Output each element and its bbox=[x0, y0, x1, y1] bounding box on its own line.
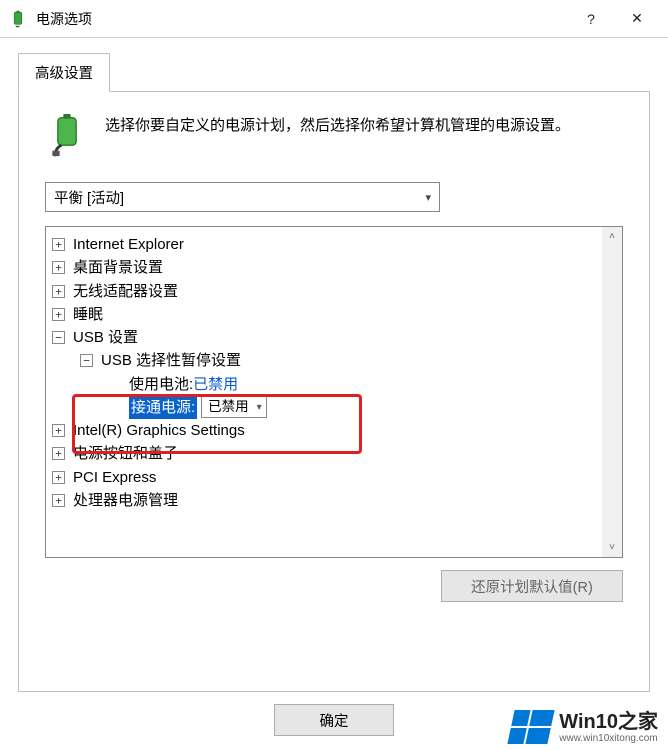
window-title: 电源选项 bbox=[36, 9, 568, 29]
expand-icon[interactable]: + bbox=[52, 424, 65, 437]
close-button[interactable]: ✕ bbox=[614, 1, 660, 37]
expand-icon[interactable]: + bbox=[52, 471, 65, 484]
expand-icon[interactable]: + bbox=[52, 494, 65, 507]
tree-value[interactable]: 已禁用 bbox=[193, 373, 238, 396]
settings-tree: +Internet Explorer+桌面背景设置+无线适配器设置+睡眠−USB… bbox=[45, 226, 623, 558]
battery-plug-icon bbox=[45, 114, 89, 158]
watermark-sub: www.win10xitong.com bbox=[559, 733, 658, 744]
tree-row[interactable]: + 电源按钮和盖子 bbox=[52, 442, 622, 465]
windows-logo-icon bbox=[508, 710, 555, 744]
tree-label: 电源按钮和盖子 bbox=[73, 442, 178, 465]
tree-row[interactable]: 使用电池: 已禁用 bbox=[108, 373, 622, 396]
tree-label: Internet Explorer bbox=[73, 233, 184, 256]
power-options-icon bbox=[8, 9, 28, 29]
tree-row[interactable]: + 处理器电源管理 bbox=[52, 489, 622, 512]
scroll-up-icon: ˄ bbox=[609, 231, 615, 242]
title-bar: 电源选项 ? ✕ bbox=[0, 0, 668, 38]
tree-label: 睡眠 bbox=[73, 303, 103, 326]
restore-defaults-button[interactable]: 还原计划默认值(R) bbox=[441, 570, 623, 602]
ok-button[interactable]: 确定 bbox=[274, 704, 394, 736]
tree-row[interactable]: + 桌面背景设置 bbox=[52, 256, 622, 279]
panel-header: 选择你要自定义的电源计划，然后选择你希望计算机管理的电源设置。 bbox=[45, 114, 623, 158]
watermark-main: Win10之家 bbox=[559, 711, 658, 733]
expand-icon[interactable]: + bbox=[52, 447, 65, 460]
expand-icon[interactable]: + bbox=[52, 238, 65, 251]
watermark: Win10之家 www.win10xitong.com bbox=[511, 710, 658, 744]
help-button[interactable]: ? bbox=[568, 1, 614, 37]
chevron-down-icon: ▾ bbox=[257, 400, 262, 416]
tree-row[interactable]: 接通电源: 已禁用 ▾ bbox=[108, 396, 622, 419]
tab-strip: 高级设置 bbox=[18, 52, 650, 92]
tree-row[interactable]: + Internet Explorer bbox=[52, 233, 622, 256]
tree-row[interactable]: −USB 设置 bbox=[52, 326, 622, 349]
tree-label: Intel(R) Graphics Settings bbox=[73, 419, 245, 442]
scrollbar[interactable]: ˄ ˅ bbox=[602, 227, 622, 557]
client-area: 高级设置 选择你要自定义的电源计划，然后选择你希望计算机管理的电源设置。 平衡 … bbox=[0, 38, 668, 692]
power-plan-select[interactable]: 平衡 [活动] ▾ bbox=[45, 182, 440, 212]
panel-description: 选择你要自定义的电源计划，然后选择你希望计算机管理的电源设置。 bbox=[105, 114, 570, 158]
expand-icon[interactable]: + bbox=[52, 308, 65, 321]
collapse-icon[interactable]: − bbox=[80, 354, 93, 367]
select-value: 已禁用 bbox=[208, 397, 249, 418]
tree-row[interactable]: + 无线适配器设置 bbox=[52, 280, 622, 303]
tree-row[interactable]: −USB 选择性暂停设置 bbox=[80, 349, 622, 372]
power-plan-selected: 平衡 [活动] bbox=[54, 187, 124, 208]
chevron-down-icon: ▾ bbox=[425, 191, 431, 204]
tab-advanced-settings[interactable]: 高级设置 bbox=[18, 53, 110, 92]
tree-value-select[interactable]: 已禁用 ▾ bbox=[201, 396, 267, 418]
expand-icon[interactable]: + bbox=[52, 261, 65, 274]
scroll-down-icon: ˅ bbox=[609, 542, 615, 553]
tree-row[interactable]: + PCI Express bbox=[52, 466, 622, 489]
watermark-text: Win10之家 www.win10xitong.com bbox=[559, 711, 658, 744]
tree-row[interactable]: + 睡眠 bbox=[52, 303, 622, 326]
tree-row[interactable]: + Intel(R) Graphics Settings bbox=[52, 419, 622, 442]
tree-label: 无线适配器设置 bbox=[73, 280, 178, 303]
tree-label: 使用电池: bbox=[129, 373, 193, 396]
tree-label: USB 选择性暂停设置 bbox=[101, 349, 241, 372]
tab-panel: 选择你要自定义的电源计划，然后选择你希望计算机管理的电源设置。 平衡 [活动] … bbox=[18, 92, 650, 692]
collapse-icon[interactable]: − bbox=[52, 331, 65, 344]
tree-label: 桌面背景设置 bbox=[73, 256, 163, 279]
expand-icon[interactable]: + bbox=[52, 285, 65, 298]
tree-label: PCI Express bbox=[73, 466, 156, 489]
tree-label: 处理器电源管理 bbox=[73, 489, 178, 512]
tree-label: 接通电源: bbox=[129, 396, 197, 419]
tree-label: USB 设置 bbox=[73, 326, 138, 349]
